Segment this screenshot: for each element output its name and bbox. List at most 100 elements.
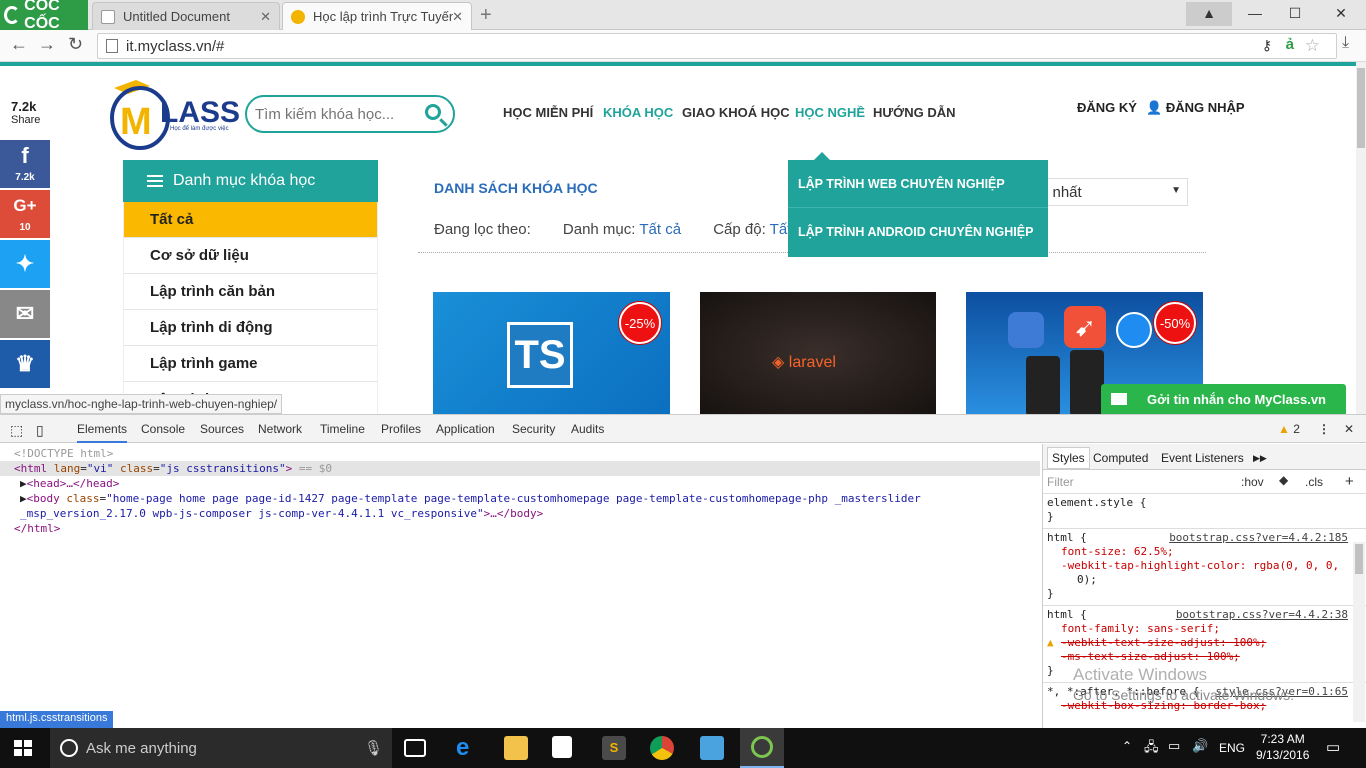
- myclass-logo[interactable]: M LASS Học để làm được việc: [108, 74, 242, 150]
- bookmark-star-icon[interactable]: ☆: [1305, 36, 1320, 56]
- rule-source-link[interactable]: bootstrap.css?ver=4.4.2:185: [1169, 531, 1348, 545]
- category-game-programming[interactable]: Lập trình game: [123, 346, 378, 382]
- nav-guide[interactable]: HƯỚNG DẪN: [873, 105, 956, 120]
- dropdown-item-android[interactable]: LẬP TRÌNH ANDROID CHUYÊN NGHIỆP: [788, 208, 1048, 256]
- device-toolbar-icon[interactable]: ▯: [36, 422, 44, 439]
- rule-property-row[interactable]: ▲ -webkit-text-size-adjust: 100%;: [1047, 636, 1348, 650]
- forward-icon[interactable]: →: [38, 34, 56, 55]
- notifications-icon[interactable]: ▭: [1326, 738, 1340, 756]
- course-card-laravel[interactable]: ◈ laravel: [700, 292, 936, 414]
- tab-myclass[interactable]: Học lập trình Trực Tuyến | ✕: [282, 2, 472, 30]
- tab-untitled-document[interactable]: Untitled Document ✕: [92, 2, 280, 30]
- sublime-text-icon[interactable]: S: [602, 736, 626, 760]
- filter-category-value[interactable]: Tất cả: [639, 221, 681, 238]
- system-clock[interactable]: 7:23 AM 9/13/2016: [1256, 731, 1309, 763]
- category-database[interactable]: Cơ sở dữ liệu: [123, 238, 378, 274]
- close-tab-icon[interactable]: ✕: [452, 9, 463, 25]
- scrollbar-thumb[interactable]: [1357, 68, 1365, 148]
- tab-computed[interactable]: Computed: [1093, 451, 1148, 465]
- search-icon[interactable]: [425, 104, 441, 120]
- reload-icon[interactable]: ↻: [68, 34, 83, 55]
- volume-icon[interactable]: 🔊: [1192, 738, 1208, 754]
- hov-toggle[interactable]: :hov: [1241, 475, 1264, 489]
- rule-source-link[interactable]: bootstrap.css?ver=4.4.2:38: [1176, 608, 1348, 622]
- edge-icon[interactable]: e: [456, 736, 480, 760]
- network-icon[interactable]: 🖧: [1144, 738, 1159, 760]
- chat-message-button[interactable]: Gởi tin nhắn cho MyClass.vn: [1101, 384, 1346, 414]
- category-basic-programming[interactable]: Lập trình căn bản: [123, 274, 378, 310]
- dom-body-node[interactable]: ▶<body class="home-page home page page-i…: [14, 491, 1014, 521]
- coccoc-logo[interactable]: CỐC CỐC: [0, 0, 88, 32]
- search-input[interactable]: [255, 105, 415, 123]
- menu-icon[interactable]: ▲: [1186, 2, 1232, 26]
- facebook-share-button[interactable]: f 7.2k: [0, 140, 50, 188]
- dom-breadcrumb[interactable]: html.js.csstransitions: [0, 711, 114, 728]
- close-devtools-icon[interactable]: ✕: [1344, 422, 1354, 436]
- cls-toggle[interactable]: .cls: [1305, 475, 1323, 489]
- course-card-typescript[interactable]: TS -25%: [433, 292, 670, 414]
- tab-timeline[interactable]: Timeline: [320, 422, 365, 436]
- sort-select[interactable]: i nhất ▼: [1040, 178, 1188, 206]
- tab-profiles[interactable]: Profiles: [381, 422, 421, 436]
- course-search[interactable]: [245, 95, 455, 133]
- power-icon[interactable]: ▭: [1168, 738, 1180, 754]
- close-window-button[interactable]: ✕: [1318, 2, 1364, 26]
- tab-audits[interactable]: Audits: [571, 422, 604, 436]
- category-all[interactable]: Tất cả: [123, 202, 378, 238]
- more-icon[interactable]: ⋮: [1318, 422, 1330, 436]
- style-rule-html-185[interactable]: html { bootstrap.css?ver=4.4.2:185 font-…: [1043, 529, 1366, 606]
- styles-scrollbar[interactable]: [1353, 542, 1365, 722]
- rule-property[interactable]: -webkit-tap-highlight-color: rgba(0, 0, …: [1047, 559, 1348, 573]
- twitter-share-button[interactable]: ✦: [0, 240, 50, 288]
- crown-share-button[interactable]: ♛: [0, 340, 50, 388]
- paint-icon[interactable]: ◆: [1279, 473, 1288, 487]
- rule-property-invalid[interactable]: -ms-text-size-adjust: 100%;: [1047, 650, 1348, 664]
- tab-event-listeners[interactable]: Event Listeners: [1161, 451, 1244, 465]
- close-tab-icon[interactable]: ✕: [260, 9, 271, 25]
- tab-application[interactable]: Application: [436, 422, 495, 436]
- file-explorer-icon[interactable]: [504, 736, 528, 760]
- coccoc-addon-icon[interactable]: ả: [1286, 36, 1294, 53]
- tab-security[interactable]: Security: [512, 422, 555, 436]
- inspect-element-icon[interactable]: ⬚: [10, 422, 23, 439]
- tab-console[interactable]: Console: [141, 422, 185, 436]
- download-icon[interactable]: ⤓: [1342, 34, 1349, 52]
- maximize-button[interactable]: ☐: [1272, 2, 1318, 26]
- task-view-icon[interactable]: [404, 739, 426, 757]
- tab-styles[interactable]: Styles: [1047, 447, 1090, 469]
- style-rule-element[interactable]: element.style { }: [1043, 494, 1366, 529]
- dropdown-item-web[interactable]: LẬP TRÌNH WEB CHUYÊN NGHIỆP: [788, 160, 1048, 208]
- coccoc-taskbar-item[interactable]: [740, 728, 784, 768]
- windows-start-icon[interactable]: [14, 740, 32, 756]
- nav-free-courses[interactable]: HỌC MIỄN PHÍ: [503, 105, 593, 120]
- rule-property[interactable]: font-size: 62.5%;: [1047, 545, 1348, 559]
- cortana-search[interactable]: Ask me anything 🎙: [50, 728, 392, 768]
- add-rule-icon[interactable]: +: [1345, 473, 1354, 490]
- extension-icon[interactable]: ⚷: [1262, 37, 1272, 54]
- chrome-icon[interactable]: [650, 736, 674, 760]
- nav-courses[interactable]: KHÓA HỌC: [603, 105, 673, 120]
- nav-vocational[interactable]: HỌC NGHỀ: [795, 105, 865, 120]
- tab-network[interactable]: Network: [258, 422, 302, 436]
- styles-filter-input[interactable]: Filter: [1047, 475, 1074, 489]
- tab-elements[interactable]: Elements: [77, 422, 128, 443]
- store-icon[interactable]: [552, 736, 572, 758]
- warnings-indicator[interactable]: ▲ 2: [1278, 422, 1300, 436]
- app-icon[interactable]: [700, 736, 724, 760]
- tab-sources[interactable]: Sources: [200, 422, 244, 436]
- login-link[interactable]: 👤 ĐĂNG NHẬP: [1146, 100, 1245, 116]
- microphone-icon[interactable]: 🎙: [364, 739, 383, 757]
- page-scrollbar[interactable]: [1356, 62, 1366, 414]
- chevron-up-icon[interactable]: ⌃: [1122, 739, 1132, 753]
- language-indicator[interactable]: ENG: [1219, 741, 1245, 755]
- rule-property[interactable]: font-family: sans-serif;: [1047, 622, 1348, 636]
- register-link[interactable]: ĐĂNG KÝ: [1077, 100, 1137, 115]
- email-share-button[interactable]: ✉: [0, 290, 50, 338]
- new-tab-icon[interactable]: +: [480, 4, 492, 27]
- back-icon[interactable]: ←: [10, 34, 28, 55]
- category-mobile-programming[interactable]: Lập trình di động: [123, 310, 378, 346]
- dom-html-node[interactable]: <html lang="vi" class="js csstransitions…: [0, 461, 1040, 476]
- address-bar[interactable]: it.myclass.vn/# ⚷ ả ☆: [97, 33, 1337, 59]
- dom-head-node[interactable]: ▶<head>…</head>: [14, 476, 1040, 491]
- gplus-share-button[interactable]: G+ 10: [0, 190, 50, 238]
